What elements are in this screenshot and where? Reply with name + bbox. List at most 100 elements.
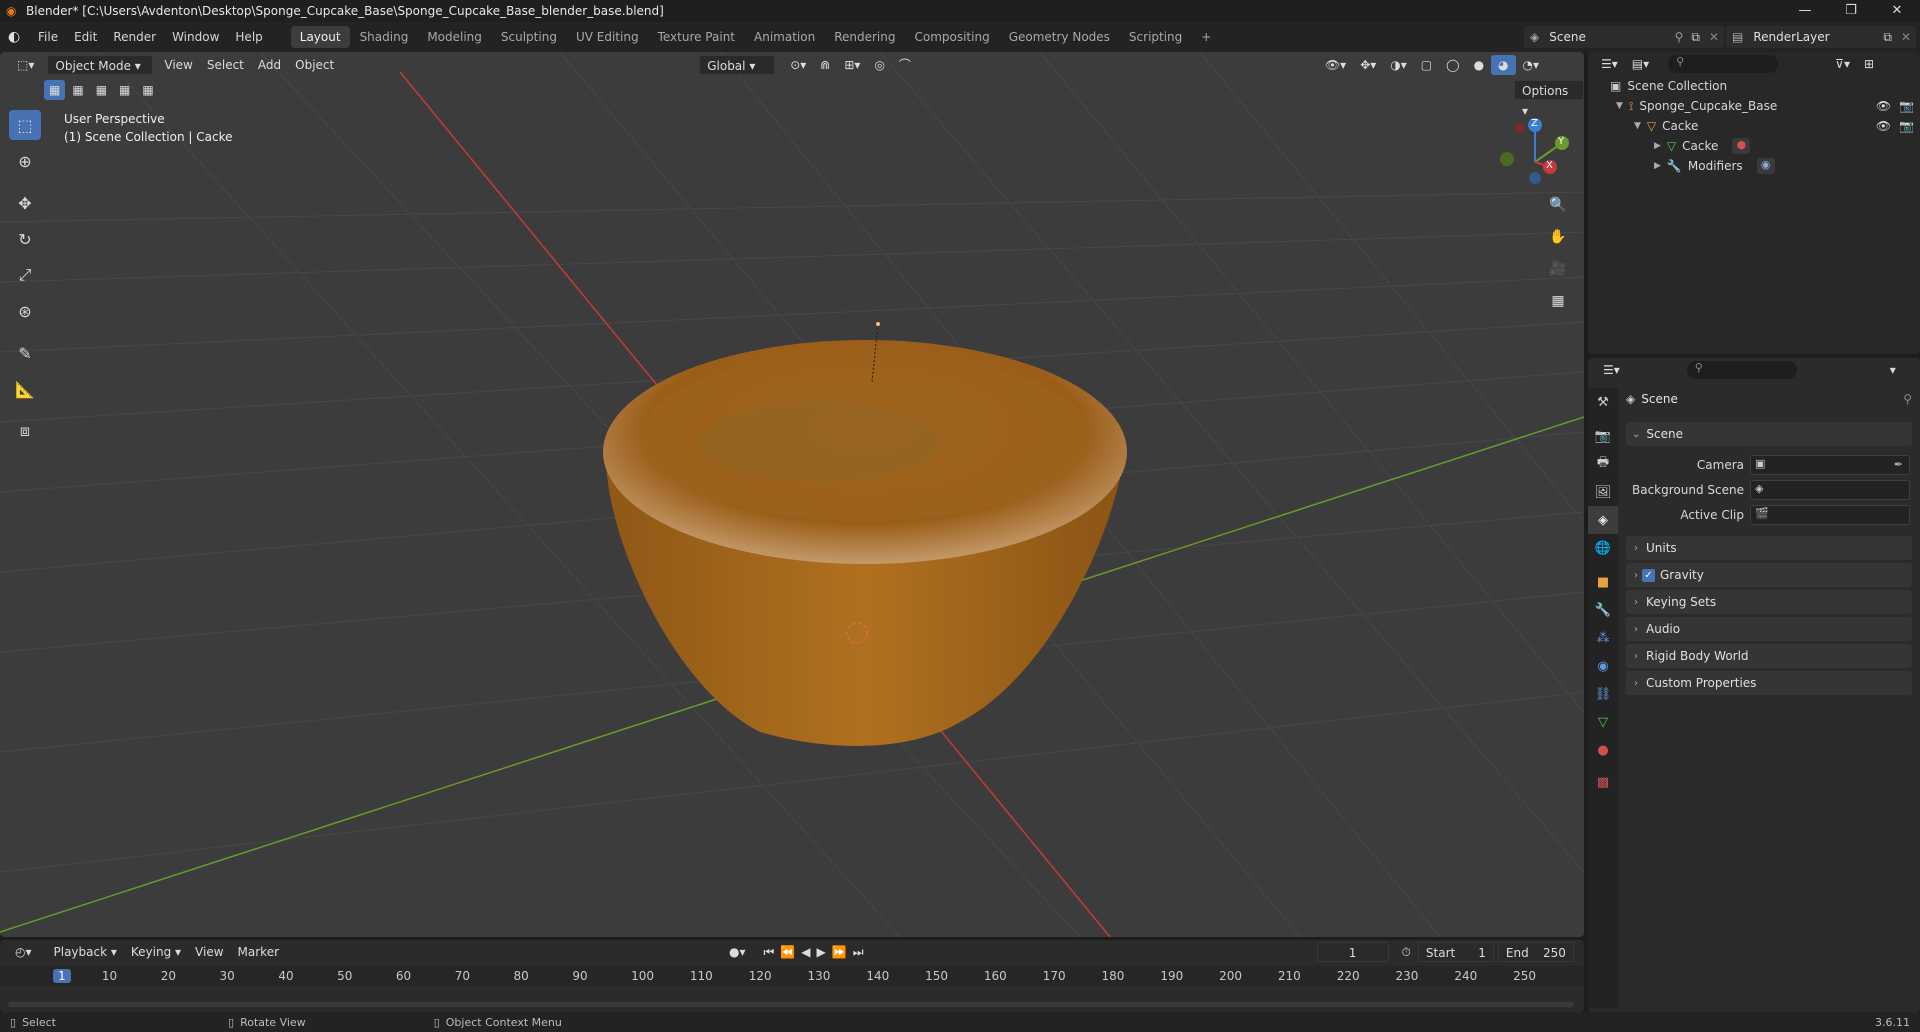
xray-icon[interactable]: ▢ (1414, 55, 1439, 75)
rigid-body-panel-header[interactable]: › Rigid Body World (1626, 644, 1912, 668)
constraints-tab-icon[interactable]: ⛓ (1588, 680, 1618, 708)
custom-properties-panel-header[interactable]: › Custom Properties (1626, 671, 1912, 695)
scene-tab-icon[interactable]: ◈ (1588, 506, 1618, 534)
camera-render-icon[interactable]: 📷 (1899, 99, 1914, 113)
modifiers-tab-icon[interactable]: 🔧 (1588, 596, 1618, 624)
current-frame-field[interactable]: 1 (1316, 942, 1389, 962)
output-tab-icon[interactable]: 🖶 (1588, 450, 1618, 478)
object-mode-dropdown[interactable]: Object Mode ▾ (47, 55, 154, 75)
tab-compositing[interactable]: Compositing (905, 26, 998, 48)
menu-timeline-view[interactable]: View (188, 942, 230, 962)
display-mode-icon[interactable]: ▤▾ (1625, 54, 1656, 74)
eyedropper-icon[interactable]: ✒ (1894, 458, 1903, 471)
snap-icon[interactable]: ⋒ (813, 55, 837, 75)
particles-tab-icon[interactable]: ⁂ (1588, 624, 1618, 652)
eye-icon[interactable]: 👁 (1876, 99, 1891, 113)
cupcake-mesh[interactable] (603, 322, 1127, 746)
delete-view-layer-icon[interactable]: ✕ (1896, 30, 1916, 44)
collapse-arrow-icon[interactable]: ▶ (1654, 161, 1661, 171)
visibility-icon[interactable]: 👁▾ (1318, 55, 1353, 75)
tab-texture-paint[interactable]: Texture Paint (649, 26, 744, 48)
menu-render[interactable]: Render (105, 22, 164, 52)
outliner-root-row[interactable]: ▣ Scene Collection (1588, 76, 1920, 96)
proportional-edit-icon[interactable]: ◎ (867, 55, 891, 75)
menu-edit[interactable]: Edit (66, 22, 105, 52)
delete-scene-icon[interactable]: ✕ (1704, 30, 1724, 44)
outliner-editor-type-icon[interactable]: ☰▾ (1594, 54, 1625, 74)
close-button[interactable]: ✕ (1874, 0, 1920, 22)
ortho-toggle-icon[interactable]: ▦ (1545, 288, 1571, 314)
expand-arrow-icon[interactable]: ▼ (1616, 101, 1623, 111)
3d-viewport[interactable]: Z Y X ⬚▾ Object Mode ▾ View Select Add O… (0, 52, 1584, 937)
rotate-icon[interactable]: ↻ (9, 224, 41, 254)
blender-menu-icon[interactable]: ◐ (8, 29, 30, 45)
menu-help[interactable]: Help (227, 22, 270, 52)
frame-ruler[interactable]: 1 10 20 30 40 50 60 70 80 90 100 110 120 130 140 150 160… (0, 966, 1584, 986)
rendered-shading-icon[interactable]: ◔▾ (1516, 55, 1547, 75)
annotate-icon[interactable]: ✎ (9, 338, 41, 368)
world-tab-icon[interactable]: 🌐 (1588, 534, 1618, 562)
material-icon[interactable]: ● (1732, 138, 1751, 154)
background-scene-field[interactable]: ◈ (1750, 480, 1910, 500)
camera-field[interactable]: ▣ ✒ (1750, 455, 1910, 475)
tab-shading[interactable]: Shading (351, 26, 418, 48)
eye-icon[interactable]: 👁 (1876, 119, 1891, 133)
select-box-icon[interactable]: ⬚ (9, 110, 41, 140)
editor-type-icon[interactable]: ⬚▾ (10, 55, 41, 75)
tab-layout[interactable]: Layout (290, 26, 350, 48)
add-workspace-button[interactable]: + (1192, 26, 1220, 48)
tab-scripting[interactable]: Scripting (1120, 26, 1191, 48)
select-invert-icon[interactable]: ▦ (114, 80, 135, 100)
view-layer-selector[interactable]: ▤ RenderLayer ⧉ ✕ (1726, 26, 1916, 48)
physics-tab-icon[interactable]: ◉ (1588, 652, 1618, 680)
options-dropdown[interactable]: Options ▾ (1514, 80, 1584, 118)
view-layer-tab-icon[interactable]: 🖼 (1588, 478, 1618, 506)
menu-add[interactable]: Add (251, 55, 288, 75)
zoom-icon[interactable]: 🔍 (1545, 192, 1571, 218)
outliner-search-input[interactable]: ⚲ (1668, 55, 1779, 73)
move-icon[interactable]: ✥ (9, 188, 41, 218)
outliner-row[interactable]: ▶ ▽ Cacke ● (1588, 136, 1920, 156)
jump-start-icon[interactable]: ⏮ (761, 942, 778, 962)
texture-tab-icon[interactable]: ▩ (1588, 768, 1618, 796)
restore-button[interactable]: ❐ (1828, 0, 1874, 22)
select-extend-icon[interactable]: ▦ (67, 80, 88, 100)
menu-marker[interactable]: Marker (231, 942, 286, 962)
menu-select[interactable]: Select (200, 55, 251, 75)
keying-sets-panel-header[interactable]: › Keying Sets (1626, 590, 1912, 614)
menu-window[interactable]: Window (164, 22, 227, 52)
pivot-point-icon[interactable]: ⊙▾ (783, 55, 813, 75)
select-new-icon[interactable]: ▦ (44, 80, 66, 100)
preview-range-icon[interactable]: ⏱ (1395, 942, 1418, 962)
tab-sculpting[interactable]: Sculpting (492, 26, 566, 48)
tool-tab-icon[interactable]: ⚒ (1588, 388, 1618, 416)
outliner-row[interactable]: ▶ 🔧 Modifiers ◉ (1588, 156, 1920, 176)
render-tab-icon[interactable]: 📷 (1588, 422, 1618, 450)
snap-target-icon[interactable]: ⊞▾ (837, 55, 867, 75)
transform-orientation-dropdown[interactable]: Global ▾ (699, 55, 776, 75)
measure-icon[interactable]: 📐 (9, 374, 41, 404)
material-tab-icon[interactable]: ● (1588, 736, 1618, 764)
camera-view-icon[interactable]: 🎥 (1545, 256, 1571, 282)
outliner-row[interactable]: ▼ ▽ Cacke 👁 📷 (1588, 116, 1920, 136)
record-icon[interactable]: ●▾ (722, 942, 753, 962)
outliner-row[interactable]: ▼ ⟟ Sponge_Cupcake_Base 👁 📷 (1588, 96, 1920, 116)
menu-view[interactable]: View (157, 55, 199, 75)
falloff-icon[interactable]: ⌒ (892, 55, 918, 75)
pin-icon[interactable]: ⚲ (1671, 30, 1688, 44)
new-view-layer-icon[interactable]: ⧉ (1879, 30, 1896, 45)
jump-end-icon[interactable]: ⏭ (850, 942, 867, 962)
audio-panel-header[interactable]: › Audio (1626, 617, 1912, 641)
scene-selector[interactable]: ◈ Scene ⚲ ⧉ ✕ (1524, 26, 1724, 48)
pin-icon[interactable]: ⚲ (1903, 392, 1912, 406)
menu-file[interactable]: File (30, 22, 66, 52)
timeline-editor-type-icon[interactable]: ◴▾ (8, 942, 39, 962)
new-collection-icon[interactable]: ⊞ (1857, 54, 1881, 74)
gizmo-toggle-icon[interactable]: ✥▾ (1353, 55, 1383, 75)
collapse-arrow-icon[interactable]: ▶ (1654, 141, 1661, 151)
solid-shading-icon[interactable]: ● (1467, 55, 1491, 75)
tab-geometry-nodes[interactable]: Geometry Nodes (1000, 26, 1119, 48)
select-subtract-icon[interactable]: ▦ (91, 80, 112, 100)
overlays-icon[interactable]: ◑▾ (1383, 55, 1414, 75)
menu-playback[interactable]: Playback ▾ (47, 942, 124, 962)
